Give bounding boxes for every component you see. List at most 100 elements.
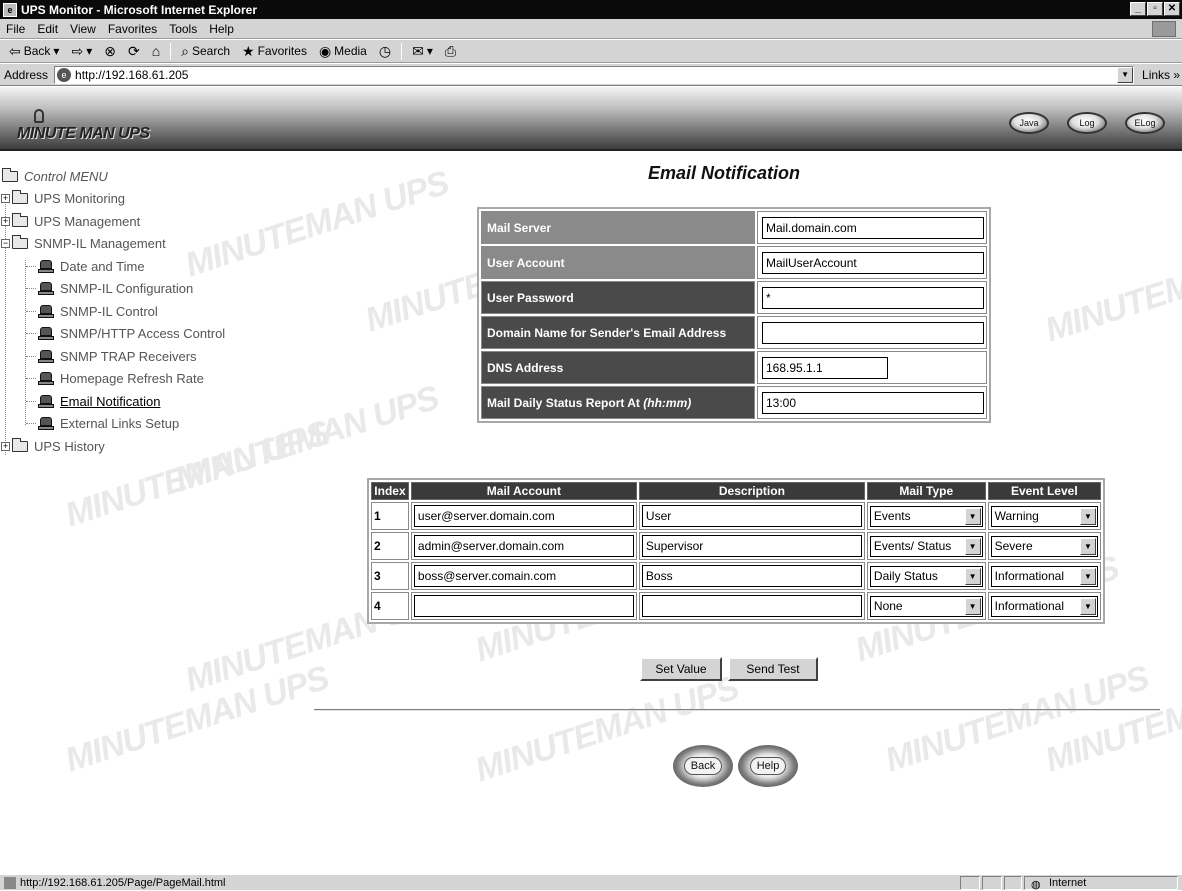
mail-account-input[interactable]: boss@server.comain.com [413,565,634,587]
description-input[interactable]: Boss [641,565,862,587]
back-nav-button[interactable]: Back [673,745,733,787]
chevron-down-icon[interactable]: ▼ [1080,567,1096,585]
user-password-input[interactable]: * [762,286,984,309]
back-nav-label: Back [683,757,723,775]
mail-account-input[interactable]: admin@server.domain.com [413,535,634,557]
tree-item-email-notification[interactable]: Email Notification [0,390,300,413]
minimize-icon[interactable]: _ [1130,2,1146,16]
mail-type-select[interactable]: None ▼ [869,595,983,617]
chevron-down-icon[interactable]: ▼ [1117,66,1134,83]
search-icon: ⌕ [181,42,189,59]
tree-item-ups-monitoring[interactable]: + UPS Monitoring [0,188,300,211]
back-label: Back [23,44,51,58]
description-input[interactable]: Supervisor [641,535,862,557]
elog-button[interactable]: ELog [1125,112,1165,134]
tree-item-ups-management[interactable]: + UPS Management [0,210,300,233]
event-level-select[interactable]: Warning ▼ [990,505,1098,527]
chevron-down-icon[interactable]: ▼ [1080,597,1096,615]
tree-root[interactable]: Control MENU [0,165,300,188]
dns-address-input[interactable]: 168.95.1.1 [762,356,888,379]
tree-item-snmp-http-access-control[interactable]: SNMP/HTTP Access Control [0,323,300,346]
chevron-down-icon[interactable]: ▼ [964,507,981,525]
watermark: MINUTEMAN UPS [60,658,334,780]
address-input[interactable]: e http://192.168.61.205 ▼ [54,65,1135,84]
history-button[interactable]: ◷ [374,43,396,60]
tree-item-snmp-il-configuration[interactable]: SNMP-IL Configuration [0,278,300,301]
address-label: Address [4,67,49,82]
watermark: MINUTEMAN UPS [880,658,1154,780]
event-level-select[interactable]: Informational ▼ [990,565,1098,587]
help-label: Help [749,757,787,775]
tree-item-ups-history[interactable]: + UPS History [0,435,300,458]
mail-account-input[interactable]: user@server.domain.com [413,505,634,527]
back-button[interactable]: ⇦ Back ▾ [4,43,64,60]
forward-button[interactable]: ⇨ ▾ [66,43,97,60]
mail-server-input[interactable]: Mail.domain.com [762,216,984,239]
search-label: Search [192,44,231,58]
description-input[interactable]: User [641,505,862,527]
config-value-cell: MailUserAccount [757,246,987,279]
back-arrow-icon: ⇦ [9,42,21,59]
search-button[interactable]: ⌕ Search [176,43,235,60]
links-toolbar[interactable]: Links » [1142,68,1180,82]
computer-icon [38,371,54,386]
event-level-select[interactable]: Informational ▼ [990,595,1098,617]
menu-help[interactable]: Help [203,22,240,36]
chevron-down-icon[interactable]: ▼ [964,567,981,585]
expand-plus-icon[interactable]: + [1,194,10,204]
restore-icon[interactable]: ▫ [1147,2,1163,16]
tree-item-date-and-time[interactable]: Date and Time [0,255,300,278]
menu-favorites[interactable]: Favorites [102,22,163,36]
tree-item-external-links-setup[interactable]: External Links Setup [0,413,300,436]
collapse-minus-icon[interactable]: − [1,239,10,249]
user-account-input[interactable]: MailUserAccount [762,251,984,274]
help-button[interactable]: Help [738,745,798,787]
mail-type-select[interactable]: Events ▼ [869,505,983,527]
chevron-down-icon[interactable]: ▼ [964,597,981,615]
tree-item-label: UPS Monitoring [34,191,126,207]
menu-edit[interactable]: Edit [31,22,64,36]
table-row: 2 admin@server.domain.com Supervisor Eve… [371,532,1101,560]
mail-type-select[interactable]: Daily Status ▼ [869,565,983,587]
java-button[interactable]: Java [1009,112,1049,134]
refresh-button[interactable]: ⟳ [123,43,145,60]
tree-item-label: SNMP/HTTP Access Control [60,326,226,342]
page-icon [4,876,16,889]
toolbar-separator [401,42,403,60]
log-button[interactable]: Log [1067,112,1107,134]
menu-view[interactable]: View [64,22,102,36]
event-level-cell: Warning ▼ [987,502,1101,530]
mail-type-select[interactable]: Events/ Status ▼ [869,535,983,557]
account-cell: admin@server.domain.com [410,532,637,560]
favorites-button[interactable]: ★ Favorites [237,43,312,60]
home-button[interactable]: ⌂ [147,43,165,59]
send-test-button[interactable]: Send Test [728,657,818,681]
daily-report-time-input[interactable]: 13:00 [762,391,984,414]
event-level-select[interactable]: Severe ▼ [990,535,1098,557]
menu-file[interactable]: File [0,22,31,36]
chevron-down-icon[interactable]: ▼ [964,537,981,555]
folder-open-icon [12,235,28,250]
description-input[interactable] [641,595,862,617]
print-button[interactable]: ⎙ [440,43,461,60]
tree-item-snmp-il-control[interactable]: SNMP-IL Control [0,300,300,323]
mail-account-input[interactable] [413,595,634,617]
expand-plus-icon[interactable]: + [1,441,10,451]
sender-domain-input[interactable] [762,321,984,344]
tree-item-homepage-refresh-rate[interactable]: Homepage Refresh Rate [0,368,300,391]
form-buttons: Set Value Send Test [640,657,818,681]
tree-item-snmp-trap-receivers[interactable]: SNMP TRAP Receivers [0,345,300,368]
mail-button[interactable]: ✉ ▾ [407,43,438,60]
tree-item-label: Date and Time [60,258,145,274]
expand-plus-icon[interactable]: + [1,216,10,226]
media-button[interactable]: ◉ Media [314,43,372,60]
chevron-down-icon[interactable]: ▼ [1080,507,1096,525]
chevron-down-icon[interactable]: ▼ [1080,537,1096,555]
config-label: Domain Name for Sender's Email Address [481,316,755,349]
close-icon[interactable]: ✕ [1164,2,1180,16]
folder-icon [12,212,28,227]
tree-item-snmp-il-management[interactable]: − SNMP-IL Management [0,233,300,256]
stop-button[interactable]: ⊗ [99,43,121,60]
set-value-button[interactable]: Set Value [640,657,722,681]
menu-tools[interactable]: Tools [163,22,203,36]
